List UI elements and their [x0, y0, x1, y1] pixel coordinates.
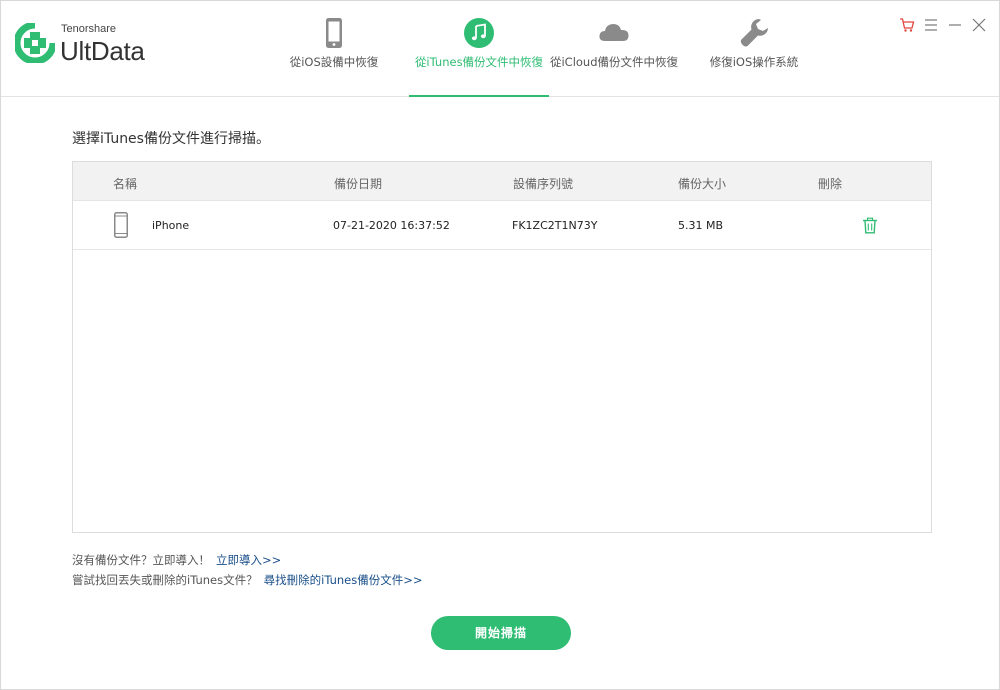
close-icon[interactable] [971, 17, 987, 33]
find-deleted-backup-link[interactable]: 尋找刪除的iTunes備份文件>> [264, 573, 423, 587]
find-deleted-hint: 嘗試找回丟失或刪除的iTunes文件？ 尋找刪除的iTunes備份文件>> [72, 572, 423, 588]
import-hint-text: 沒有備份文件？立即導入！ [72, 553, 210, 567]
cart-icon[interactable] [899, 17, 915, 33]
phone-icon [326, 18, 342, 48]
column-header-date[interactable]: 備份日期 [334, 175, 382, 192]
import-hint: 沒有備份文件？立即導入！ 立即導入>> [72, 552, 281, 568]
minimize-icon[interactable] [947, 17, 963, 33]
tab-label: 從iOS設備中恢復 [289, 55, 379, 69]
tab-repair-ios[interactable]: 修復iOS操作系統 [684, 1, 824, 96]
delete-trash-icon[interactable] [862, 217, 878, 234]
backup-size: 5.31 MB [678, 219, 724, 232]
ultdata-logo-icon [15, 23, 55, 63]
tab-label: 從iCloud備份文件中恢復 [549, 55, 679, 69]
instruction-text: 選擇iTunes備份文件進行掃描。 [72, 131, 270, 147]
column-header-name[interactable]: 名稱 [113, 175, 137, 192]
tab-itunes-backup[interactable]: 從iTunes備份文件中恢復 [409, 1, 549, 97]
active-tab-indicator [409, 95, 549, 97]
backup-name: iPhone [152, 219, 190, 232]
device-serial: FK1ZC2T1N73Y [512, 219, 598, 232]
tab-ios-device[interactable]: 從iOS設備中恢復 [264, 1, 404, 96]
find-deleted-hint-text: 嘗試找回丟失或刪除的iTunes文件？ [72, 573, 258, 587]
column-header-size[interactable]: 備份大小 [678, 175, 726, 192]
column-header-serial[interactable]: 設備序列號 [513, 175, 573, 192]
tab-label: 從iTunes備份文件中恢復 [414, 55, 544, 69]
backup-date: 07-21-2020 16:37:52 [333, 219, 450, 232]
app-window: Tenorshare UltData 從iOS設備中恢復 從iTunes備份文件… [0, 0, 1000, 690]
import-now-link[interactable]: 立即導入>> [216, 553, 281, 567]
tab-label: 修復iOS操作系統 [709, 55, 799, 69]
brand-product: UltData [60, 36, 145, 66]
table-row[interactable]: iPhone 07-21-2020 16:37:52 FK1ZC2T1N73Y … [73, 201, 931, 250]
iphone-device-icon [114, 212, 128, 238]
menu-icon[interactable] [923, 17, 939, 33]
wrench-icon [740, 19, 768, 47]
cloud-icon [599, 24, 629, 41]
header: Tenorshare UltData 從iOS設備中恢復 從iTunes備份文件… [1, 1, 999, 97]
start-scan-button[interactable]: 開始掃描 [431, 616, 571, 650]
column-header-delete: 刪除 [818, 177, 843, 191]
tab-icloud-backup[interactable]: 從iCloud備份文件中恢復 [544, 1, 684, 96]
backup-table: 名稱 備份日期 設備序列號 備份大小 刪除 iPhone 07-21-2020 … [72, 161, 932, 533]
music-note-icon [464, 18, 494, 48]
table-header: 名稱 備份日期 設備序列號 備份大小 刪除 [73, 162, 931, 201]
brand-company: Tenorshare [61, 23, 117, 35]
